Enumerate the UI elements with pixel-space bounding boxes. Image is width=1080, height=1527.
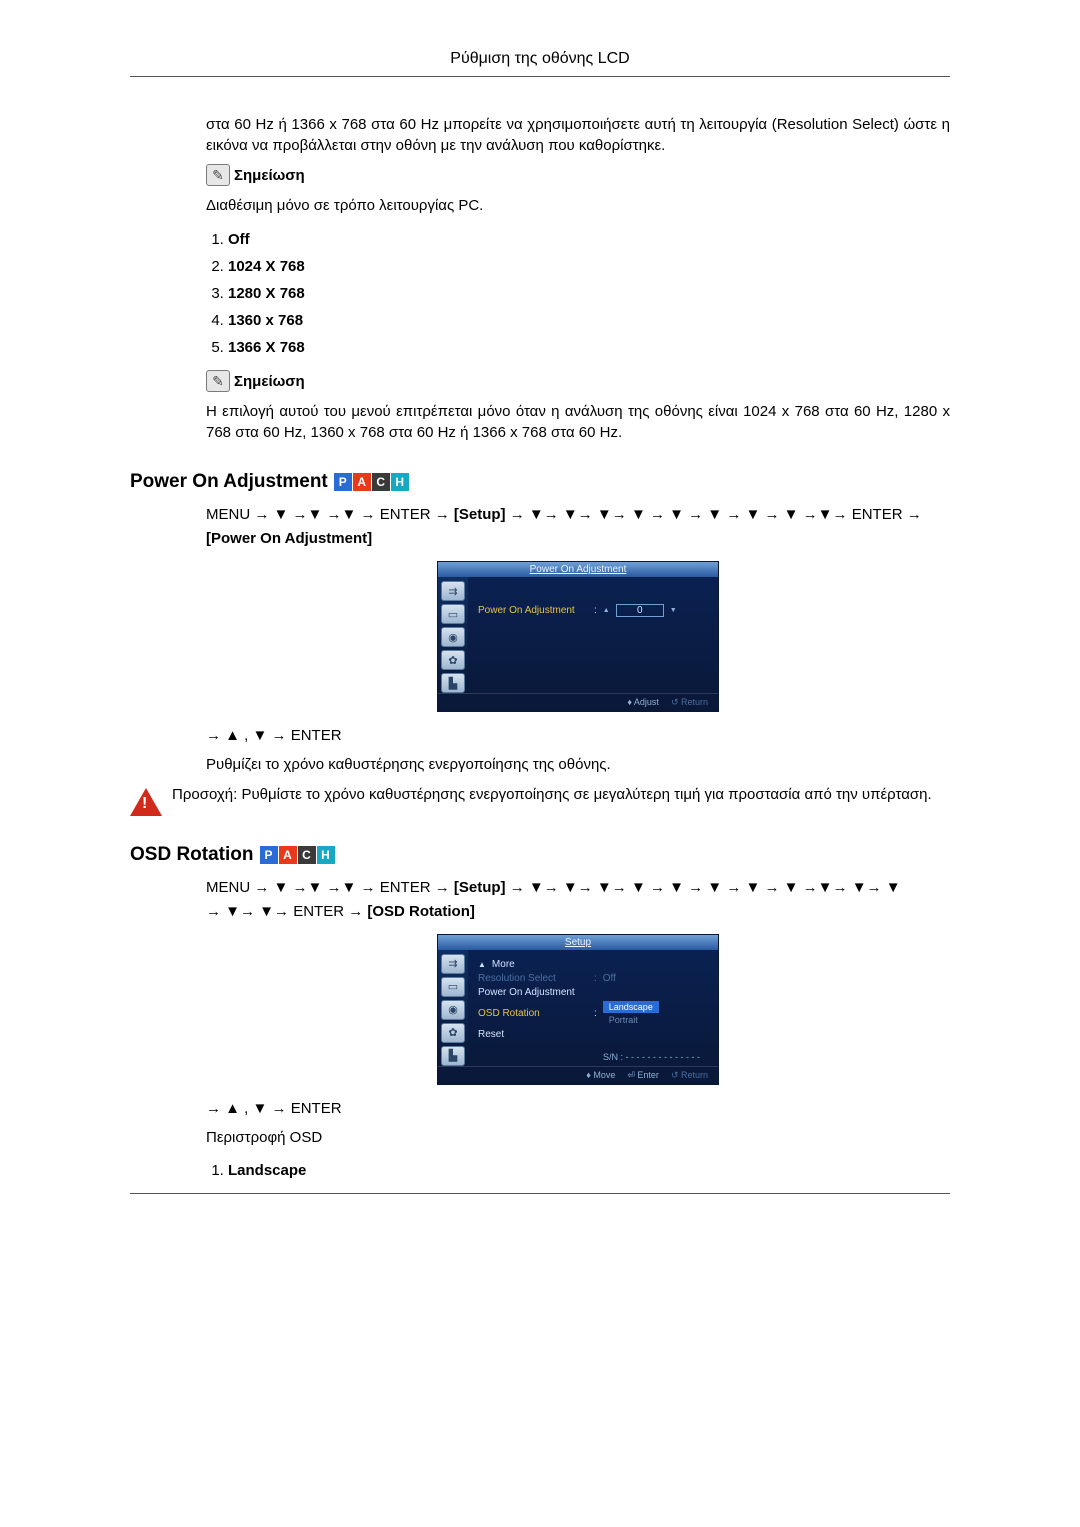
section-heading-power-on: Power On Adjustment — [130, 471, 328, 493]
rotation-list: Landscape — [206, 1162, 950, 1179]
spinner-icon: ▼ — [670, 607, 677, 614]
osd-preview-power-on: Power On Adjustment ⇉ ▭ ◉ ✿ ▙ Power On A… — [437, 561, 719, 712]
osd-footer-move: ♦ Move — [586, 1070, 615, 1081]
warning-text: Προσοχή: Ρυθμίστε το χρόνο καθυστέρησης … — [172, 786, 950, 803]
note-label: Σημείωση — [234, 167, 305, 184]
nav-after: → ▲ , ▼ → ENTER — [206, 1099, 950, 1120]
osd-option-portrait: Portrait — [603, 1014, 659, 1026]
osd-field-label: Power On Adjustment — [478, 605, 588, 616]
osd-preview-rotation: Setup ⇉ ▭ ◉ ✿ ▙ More Resolution Select :… — [437, 934, 719, 1085]
osd-title: Setup — [438, 935, 718, 950]
note-icon: ✎ — [206, 370, 230, 392]
footer-rule — [130, 1193, 950, 1194]
multi-icon: ▙ — [441, 673, 465, 693]
picture-icon: ▭ — [441, 977, 465, 997]
badge-h-icon: H — [317, 846, 335, 864]
list-item: 1366 X 768 — [228, 339, 950, 356]
section-heading-osd-rotation: OSD Rotation — [130, 844, 254, 866]
list-item: Landscape — [228, 1162, 950, 1179]
osd-footer-return: ↺ Return — [671, 1070, 708, 1081]
nav-after: → ▲ , ▼ → ENTER — [206, 726, 950, 747]
osd-row-poa: Power On Adjustment — [478, 987, 588, 998]
badge-c-icon: C — [298, 846, 316, 864]
multi-icon: ▙ — [441, 1046, 465, 1066]
sound-icon: ◉ — [441, 1000, 465, 1020]
sound-icon: ◉ — [441, 627, 465, 647]
mode-badges: P A C H — [334, 473, 409, 491]
note-label: Σημείωση — [234, 373, 305, 390]
list-item: 1360 x 768 — [228, 312, 950, 329]
badge-p-icon: P — [260, 846, 278, 864]
osd-more: More — [478, 959, 708, 970]
pc-only-text: Διαθέσιμη μόνο σε τρόπο λειτουργίας PC. — [206, 196, 950, 217]
badge-a-icon: A — [353, 473, 371, 491]
osd-row-osdrot: OSD Rotation — [478, 1008, 588, 1019]
osd-rot-desc: Περιστροφή OSD — [206, 1128, 950, 1149]
setup-icon: ✿ — [441, 650, 465, 670]
input-icon: ⇉ — [441, 581, 465, 601]
osd-row-res-value: Off — [603, 973, 616, 984]
osd-footer-enter: ⏎ Enter — [627, 1070, 659, 1081]
osd-serial-number: S/N : - - - - - - - - - - - - - - — [478, 1052, 708, 1062]
note-body: Η επιλογή αυτού του μενού επιτρέπεται μό… — [206, 402, 950, 443]
osd-sidebar: ⇉ ▭ ◉ ✿ ▙ — [438, 577, 468, 693]
osd-row-res: Resolution Select — [478, 973, 588, 984]
list-item: 1280 X 768 — [228, 285, 950, 302]
note-icon: ✎ — [206, 164, 230, 186]
intro-paragraph: στα 60 Hz ή 1366 x 768 στα 60 Hz μπορείτ… — [206, 115, 950, 156]
osd-field-value: 0 — [616, 604, 664, 617]
warning-icon — [130, 788, 162, 816]
badge-c-icon: C — [372, 473, 390, 491]
badge-a-icon: A — [279, 846, 297, 864]
badge-p-icon: P — [334, 473, 352, 491]
menu-path: MENU → ▼ →▼ →▼ → ENTER → [Setup] → ▼→ ▼→… — [206, 876, 950, 924]
osd-sidebar: ⇉ ▭ ◉ ✿ ▙ — [438, 950, 468, 1066]
input-icon: ⇉ — [441, 954, 465, 974]
power-on-desc: Ρυθμίζει το χρόνο καθυστέρησης ενεργοποί… — [206, 755, 950, 776]
badge-h-icon: H — [391, 473, 409, 491]
osd-footer-adjust: ♦ Adjust — [627, 697, 659, 708]
list-item: Off — [228, 231, 950, 248]
osd-footer-return: ↺ Return — [671, 697, 708, 708]
osd-row-reset: Reset — [478, 1029, 588, 1040]
osd-title: Power On Adjustment — [438, 562, 718, 577]
menu-path: MENU → ▼ →▼ →▼ → ENTER → [Setup] → ▼→ ▼→… — [206, 503, 950, 551]
resolution-list: Off 1024 X 768 1280 X 768 1360 x 768 136… — [206, 231, 950, 356]
mode-badges: P A C H — [260, 846, 335, 864]
setup-icon: ✿ — [441, 1023, 465, 1043]
page-title: Ρύθμιση της οθόνης LCD — [130, 50, 950, 77]
spinner-icon: ▲ — [603, 607, 610, 614]
picture-icon: ▭ — [441, 604, 465, 624]
list-item: 1024 X 768 — [228, 258, 950, 275]
osd-option-landscape: Landscape — [603, 1001, 659, 1013]
